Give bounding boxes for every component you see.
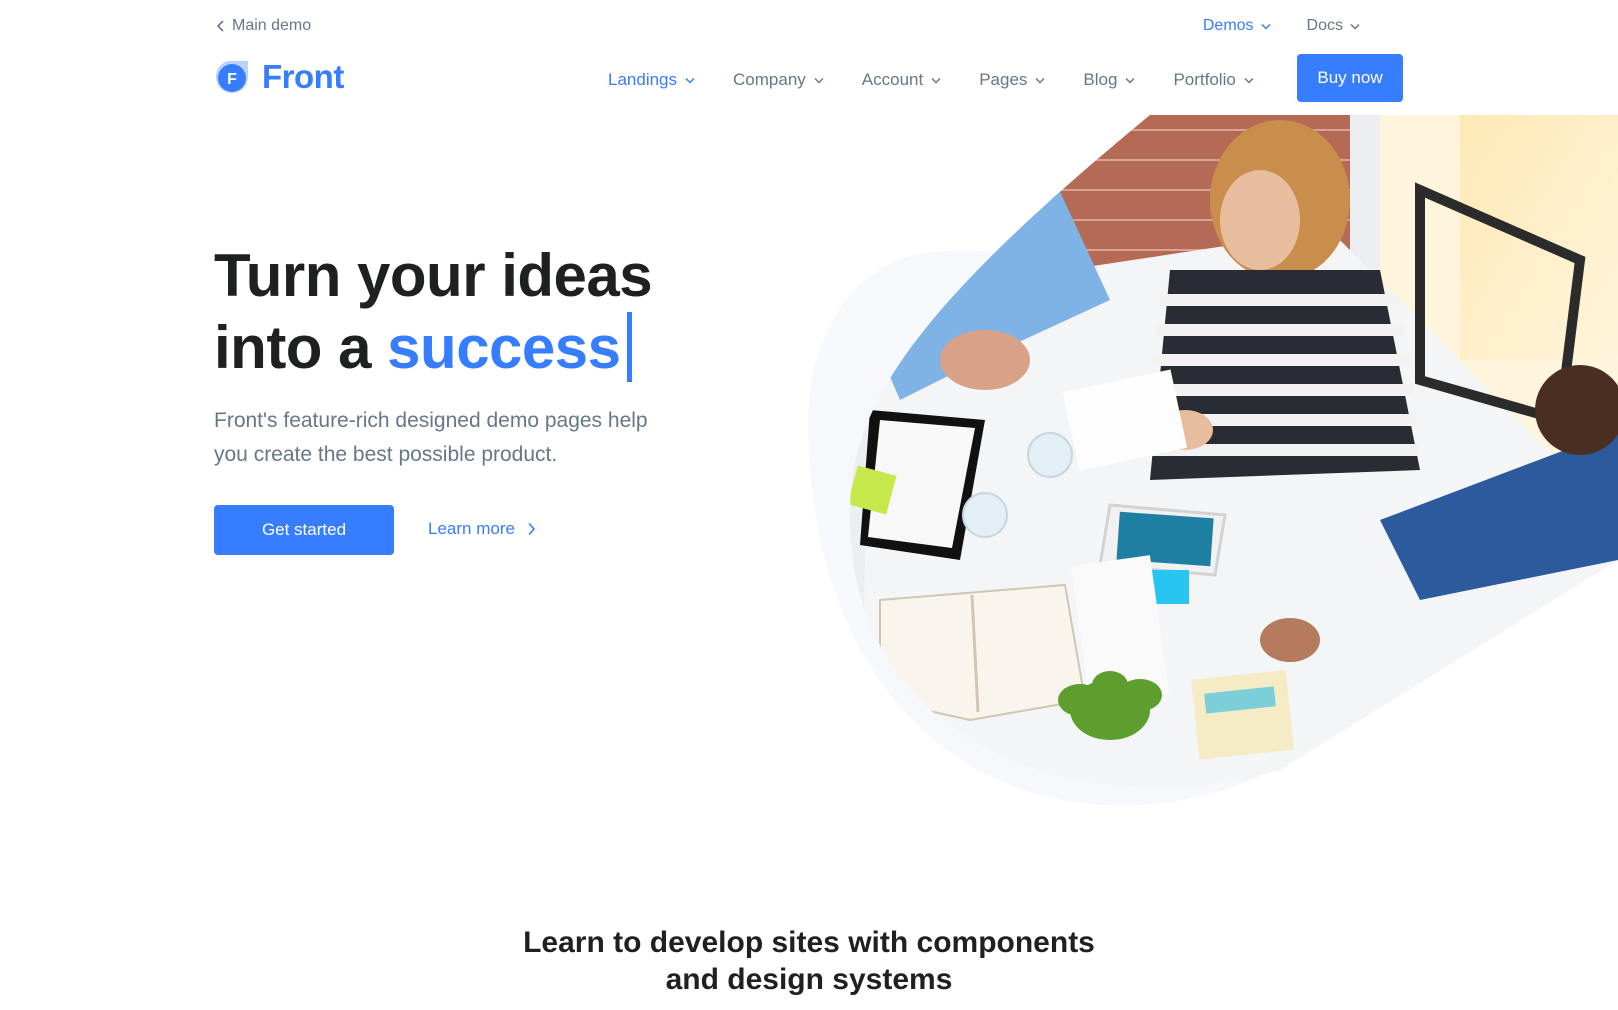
front-logo-icon: F xyxy=(215,61,248,93)
hero-title-highlight: success xyxy=(387,312,639,384)
learn-more-label: Learn more xyxy=(428,519,515,538)
chevron-down-icon xyxy=(1125,77,1135,84)
top-links: Demos Docs xyxy=(1203,17,1360,35)
docs-dropdown[interactable]: Docs xyxy=(1307,17,1360,35)
nav-menu: Landings Company Account Pages Blog Port… xyxy=(608,66,1254,94)
chevron-down-icon xyxy=(1350,23,1360,30)
chevron-down-icon xyxy=(1035,77,1045,84)
demos-label: Demos xyxy=(1202,17,1254,34)
logo-text: Front xyxy=(262,58,344,95)
buy-now-button[interactable]: Buy now xyxy=(1297,54,1403,102)
chevron-left-icon xyxy=(216,20,224,32)
section-title-line-2: and design systems xyxy=(665,963,953,996)
chevron-down-icon xyxy=(1244,77,1254,84)
nav-item-label: Landings xyxy=(608,70,678,89)
hero-blob-background xyxy=(808,250,1413,806)
hero-title-prefix: into a xyxy=(214,314,372,381)
nav-item-label: Account xyxy=(861,70,924,89)
section-title: Learn to develop sites with components a… xyxy=(0,924,1618,998)
front-logo[interactable]: F Front xyxy=(214,58,344,96)
chevron-down-icon xyxy=(814,77,824,84)
nav-item-company[interactable]: Company xyxy=(733,66,824,94)
hero-title-line-1: Turn your ideas xyxy=(214,242,653,309)
demos-dropdown[interactable]: Demos xyxy=(1203,17,1271,35)
typing-cursor xyxy=(626,312,632,382)
hero-subtitle: Front's feature-rich designed demo pages… xyxy=(214,409,648,466)
chevron-down-icon xyxy=(685,77,695,84)
section-title-line-1: Learn to develop sites with components xyxy=(523,926,1095,959)
nav-item-landings[interactable]: Landings xyxy=(608,66,695,94)
hero-title-line-2: into a success xyxy=(214,312,652,384)
logo-letter: F xyxy=(227,71,237,88)
main-navbar: F Front Landings Company Account Pages B… xyxy=(0,54,1618,106)
nav-item-label: Pages xyxy=(979,70,1028,89)
nav-item-label: Portfolio xyxy=(1173,70,1236,89)
get-started-button[interactable]: Get started xyxy=(214,505,394,555)
chevron-down-icon xyxy=(931,77,941,84)
chevron-right-icon xyxy=(528,522,536,536)
docs-label: Docs xyxy=(1306,17,1343,34)
hero-title: Turn your ideas into a success xyxy=(214,240,653,384)
nav-item-portfolio[interactable]: Portfolio xyxy=(1173,66,1254,94)
nav-item-pages[interactable]: Pages xyxy=(979,66,1045,94)
nav-item-label: Company xyxy=(733,70,806,89)
learn-more-link[interactable]: Learn more xyxy=(428,519,536,539)
main-demo-label: Main demo xyxy=(232,17,312,34)
nav-item-account[interactable]: Account xyxy=(862,66,941,94)
main-demo-link[interactable]: Main demo xyxy=(216,17,311,35)
chevron-down-icon xyxy=(1261,23,1271,30)
nav-item-blog[interactable]: Blog xyxy=(1083,66,1135,94)
nav-item-label: Blog xyxy=(1083,70,1118,89)
top-bar: Main demo Demos Docs xyxy=(0,0,1618,56)
